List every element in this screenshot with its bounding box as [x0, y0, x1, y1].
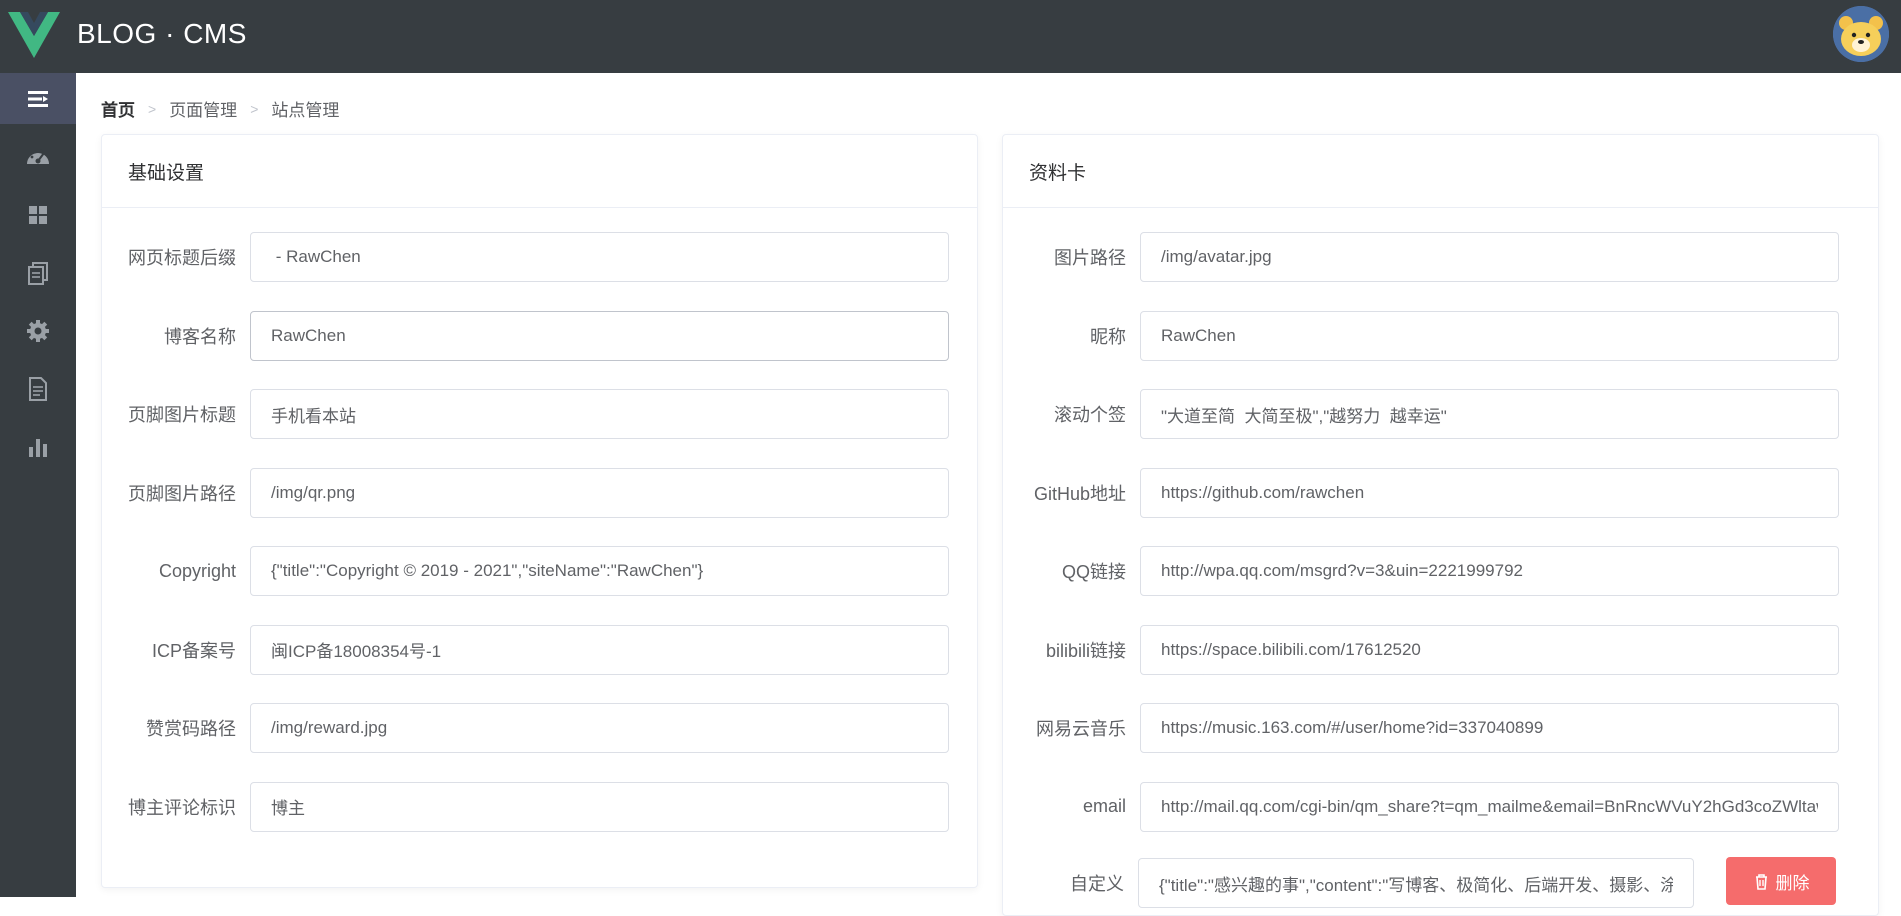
- custom-input[interactable]: [1138, 858, 1694, 908]
- form-row: bilibili链接: [1003, 624, 1839, 675]
- trash-icon: [1755, 873, 1767, 890]
- field-label: 页脚图片标题: [128, 405, 236, 425]
- sidebar: [0, 73, 76, 897]
- field-label: 滚动个签: [1054, 405, 1126, 425]
- field-label: 昵称: [1090, 326, 1126, 347]
- field-label: Copyright: [158, 560, 236, 581]
- sidebar-item-pages[interactable]: [0, 247, 76, 298]
- field-input[interactable]: [1140, 546, 1839, 596]
- form-row: 博客名称: [102, 310, 949, 361]
- field-label: 页脚图片路径: [128, 483, 236, 504]
- field-label: 网页标题后缀: [128, 248, 236, 268]
- profile-card: 资料卡 图片路径昵称滚动个签 GitHub地址 QQ链接 bilibili链接网易云音…: [1002, 134, 1879, 916]
- dashboard-gauge-icon: [27, 149, 49, 164]
- form-row: ICP备案号: [102, 624, 949, 675]
- form-row: GitHub地址: [1003, 467, 1839, 518]
- field-input[interactable]: [250, 232, 949, 282]
- form-row: 页脚图片标题: [102, 389, 949, 439]
- field-label: GitHub地址: [1033, 483, 1126, 504]
- sidebar-item-statistics[interactable]: [0, 421, 76, 472]
- field-input[interactable]: [250, 389, 949, 439]
- field-label: 赞赏码路径: [146, 719, 236, 739]
- chevron-right-icon: >: [148, 100, 157, 117]
- document-icon: [29, 376, 47, 401]
- delete-label: 删除: [1775, 873, 1810, 893]
- form-row: 昵称: [1003, 310, 1839, 361]
- field-label: 网易云音乐: [1036, 719, 1126, 739]
- field-input[interactable]: [1140, 389, 1839, 439]
- form-row: 网易云音乐: [1003, 703, 1839, 753]
- field-label: 博客名称: [164, 326, 236, 347]
- field-label: 图片路径: [1054, 248, 1126, 268]
- sidebar-menu-toggle[interactable]: [0, 73, 76, 124]
- form-row: 网页标题后缀: [102, 232, 949, 282]
- chevron-right-icon: >: [250, 100, 259, 117]
- bear-avatar-icon: [1833, 6, 1889, 62]
- field-label: email: [1082, 796, 1126, 816]
- copy-document-icon: [28, 261, 48, 285]
- field-label: 博主评论标识: [128, 797, 236, 818]
- sidebar-item-apps[interactable]: [0, 189, 76, 240]
- vue-logo-icon: [8, 12, 60, 58]
- bar-chart-icon: [29, 438, 47, 457]
- card-title: 资料卡: [1003, 135, 1878, 208]
- field-input[interactable]: [1140, 467, 1839, 518]
- breadcrumb-home[interactable]: 首页: [101, 96, 135, 121]
- form-row: 博主评论标识: [102, 781, 949, 832]
- basic-settings-card: 基础设置 网页标题后缀博客名称页脚图片标题页脚图片路径 Copyright ICP备…: [101, 134, 978, 888]
- field-label: QQ链接: [1061, 562, 1126, 582]
- sidebar-item-settings[interactable]: [0, 305, 76, 356]
- delete-button[interactable]: 删除: [1726, 857, 1836, 905]
- breadcrumb-section: 页面管理: [169, 101, 238, 120]
- form-row: 滚动个签: [1003, 389, 1839, 439]
- breadcrumb-current: 站点管理: [271, 101, 340, 120]
- form-row: QQ链接: [1003, 546, 1839, 596]
- field-label: ICP备案号: [151, 640, 236, 661]
- field-input[interactable]: [250, 624, 949, 675]
- field-input[interactable]: [250, 781, 949, 832]
- form-row: 赞赏码路径: [102, 703, 949, 753]
- form-row: 图片路径: [1003, 232, 1839, 282]
- field-input[interactable]: [250, 546, 949, 596]
- field-input[interactable]: [1140, 781, 1839, 832]
- field-input[interactable]: [250, 703, 949, 753]
- card-title: 基础设置: [102, 135, 977, 208]
- sidebar-item-articles[interactable]: [0, 363, 76, 414]
- menu-fold-icon: [28, 90, 48, 107]
- grid-icon: [29, 205, 47, 224]
- main-content: 首页 > 页面管理 > 站点管理 基础设置 网页标题后缀博客名称页脚图片标题页脚…: [76, 73, 1901, 916]
- field-input[interactable]: [1140, 703, 1839, 753]
- field-input[interactable]: [1140, 624, 1839, 675]
- form-row: email: [1003, 781, 1839, 832]
- field-input[interactable]: [250, 310, 949, 361]
- field-input[interactable]: [1140, 232, 1839, 282]
- gear-icon: [27, 319, 49, 342]
- field-input[interactable]: [1140, 310, 1839, 361]
- form-row: 页脚图片路径: [102, 467, 949, 518]
- brand-title: BLOG · CMS: [77, 18, 247, 49]
- field-label: bilibili链接: [1045, 640, 1126, 661]
- breadcrumb: 首页 > 页面管理 > 站点管理: [101, 96, 339, 121]
- field-label: 自定义: [1070, 874, 1124, 894]
- top-navbar: BLOG · CMS: [0, 0, 1901, 73]
- field-input[interactable]: [250, 467, 949, 518]
- form-row-custom: 自定义: [1003, 858, 1694, 908]
- user-avatar[interactable]: [1833, 6, 1889, 62]
- sidebar-item-dashboard[interactable]: [0, 131, 76, 182]
- form-row: Copyright: [102, 546, 949, 596]
